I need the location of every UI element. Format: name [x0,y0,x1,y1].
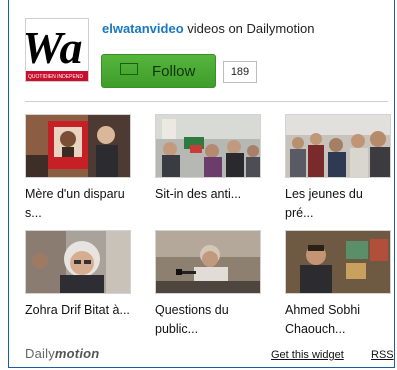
dailymotion-logo[interactable]: Dailymotion [25,346,99,361]
video-caption[interactable]: Mère d'un disparu s... [25,185,133,223]
follow-button-label: Follow [152,63,196,80]
video-tile[interactable]: Questions du public... [155,230,265,339]
follow-button[interactable]: Follow [101,54,216,88]
video-tile[interactable]: Les jeunes du pré... [285,114,395,223]
channel-title-suffix: videos on Dailymotion [183,21,315,36]
crowd-sit-in-thumbnail[interactable] [155,114,261,178]
video-tile[interactable]: Mère d'un disparu s... [25,114,135,223]
video-caption[interactable]: Sit-in des anti... [155,185,263,204]
speaker-microphone-thumbnail[interactable] [155,230,261,294]
video-caption[interactable]: Zohra Drif Bitat à... [25,301,133,320]
young-people-crowd-thumbnail[interactable] [285,114,391,178]
protest-portrait-thumbnail[interactable] [25,114,131,178]
channel-title: elwatanvideo videos on Dailymotion [102,21,314,36]
header-divider [25,101,388,102]
follower-count: 189 [223,61,257,83]
elderly-woman-thumbnail[interactable] [25,230,131,294]
rss-link[interactable]: RSS [371,349,394,361]
channel-name-link[interactable]: elwatanvideo [102,21,184,36]
svg-text:Wa: Wa [26,22,83,73]
widget-footer: Dailymotion Get this widget RSS [25,346,394,364]
brand-suffix: motion [54,346,100,361]
dailymotion-widget: Wa QUOTIDIEN INDEPEND elwatanvideo video… [8,0,395,368]
video-caption[interactable]: Les jeunes du pré... [285,185,393,223]
video-caption[interactable]: Questions du public... [155,301,263,339]
channel-logo[interactable]: Wa QUOTIDIEN INDEPEND [25,18,89,82]
video-tile[interactable]: Ahmed Sobhi Chaouch... [285,230,395,339]
man-gallery-thumbnail[interactable] [285,230,391,294]
brand-prefix: Daily [25,346,55,361]
video-tile[interactable]: Zohra Drif Bitat à... [25,230,135,320]
video-caption[interactable]: Ahmed Sobhi Chaouch... [285,301,393,339]
get-widget-link[interactable]: Get this widget [271,349,344,361]
video-tile[interactable]: Sit-in des anti... [155,114,265,204]
follow-screen-icon [120,63,138,75]
svg-text:QUOTIDIEN INDEPEND: QUOTIDIEN INDEPEND [28,74,83,80]
channel-header: Wa QUOTIDIEN INDEPEND elwatanvideo video… [25,12,385,92]
